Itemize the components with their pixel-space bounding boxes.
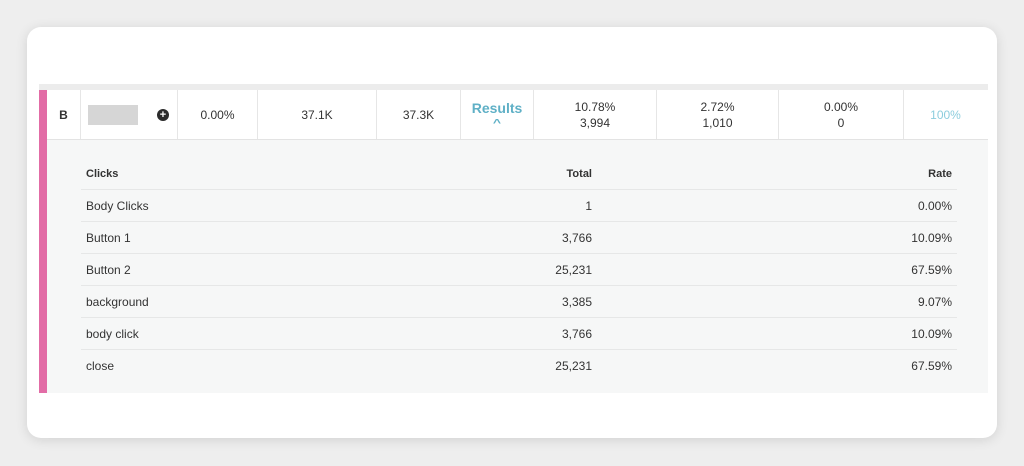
allocation-percent: 100% (930, 107, 961, 122)
row-total: 3,385 (561, 294, 592, 309)
plus-circle-icon[interactable]: + (157, 108, 169, 121)
row-label: Button 2 (86, 262, 131, 277)
variant-row: B + 0.00% 37.1K 37.3K Results ^ 10.78% 3… (47, 90, 988, 140)
table-row: Button 1 3,766 10.09% (81, 222, 957, 254)
header-total: Total (566, 167, 592, 180)
results-link[interactable]: Results (472, 100, 523, 116)
row-label: close (86, 358, 115, 373)
row-total: 25,231 (555, 358, 592, 373)
row-label: Button 1 (86, 230, 131, 245)
results-toggle[interactable]: Results ^ (461, 90, 534, 139)
metric-2: 2.72% 1,010 (657, 90, 779, 139)
metric-1-pct: 10.78% (574, 99, 616, 114)
row-rate: 10.09% (911, 230, 952, 245)
results-card: B + 0.00% 37.1K 37.3K Results ^ 10.78% 3… (27, 27, 997, 438)
row-rate: 67.59% (911, 262, 952, 277)
conversion-rate: 0.00% (178, 90, 258, 139)
metric-1: 10.78% 3,994 (534, 90, 657, 139)
row-rate: 9.07% (917, 294, 952, 309)
table-row: close 25,231 67.59% (81, 350, 957, 381)
header-rate: Rate (928, 167, 952, 180)
chevron-up-icon[interactable]: ^ (493, 118, 501, 129)
clicks-table: Clicks Total Rate Body Clicks 1 0.00% Bu… (81, 158, 957, 381)
stat-2: 37.3K (377, 90, 461, 139)
results-panel: Clicks Total Rate Body Clicks 1 0.00% Bu… (47, 140, 988, 393)
metric-3: 0.00% 0 (779, 90, 904, 139)
metric-3-pct: 0.00% (823, 99, 859, 114)
row-total: 1 (585, 198, 592, 213)
redacted-name (88, 104, 138, 125)
metric-2-pct: 2.72% (700, 99, 735, 114)
row-label: body click (86, 326, 139, 341)
metric-1-count: 3,994 (579, 115, 611, 130)
table-row: Body Clicks 1 0.00% (81, 190, 957, 222)
table-row: body click 3,766 10.09% (81, 318, 957, 350)
variant-name-cell: + (81, 90, 178, 139)
row-total: 25,231 (555, 262, 592, 277)
stat-1: 37.1K (258, 90, 377, 139)
row-rate: 0.00% (917, 198, 952, 213)
row-rate: 67.59% (911, 358, 952, 373)
row-total: 3,766 (561, 326, 592, 341)
row-label: background (86, 294, 149, 309)
metric-2-count: 1,010 (702, 115, 733, 130)
row-total: 3,766 (561, 230, 592, 245)
table-header-row: Clicks Total Rate (81, 158, 957, 190)
table-row: background 3,385 9.07% (81, 286, 957, 318)
row-label: Body Clicks (86, 198, 149, 213)
variant-color-bar (39, 90, 47, 393)
row-rate: 10.09% (911, 326, 952, 341)
metric-3-count: 0 (837, 115, 845, 130)
variant-label: B (47, 90, 81, 139)
table-row: Button 2 25,231 67.59% (81, 254, 957, 286)
header-clicks: Clicks (86, 167, 119, 180)
